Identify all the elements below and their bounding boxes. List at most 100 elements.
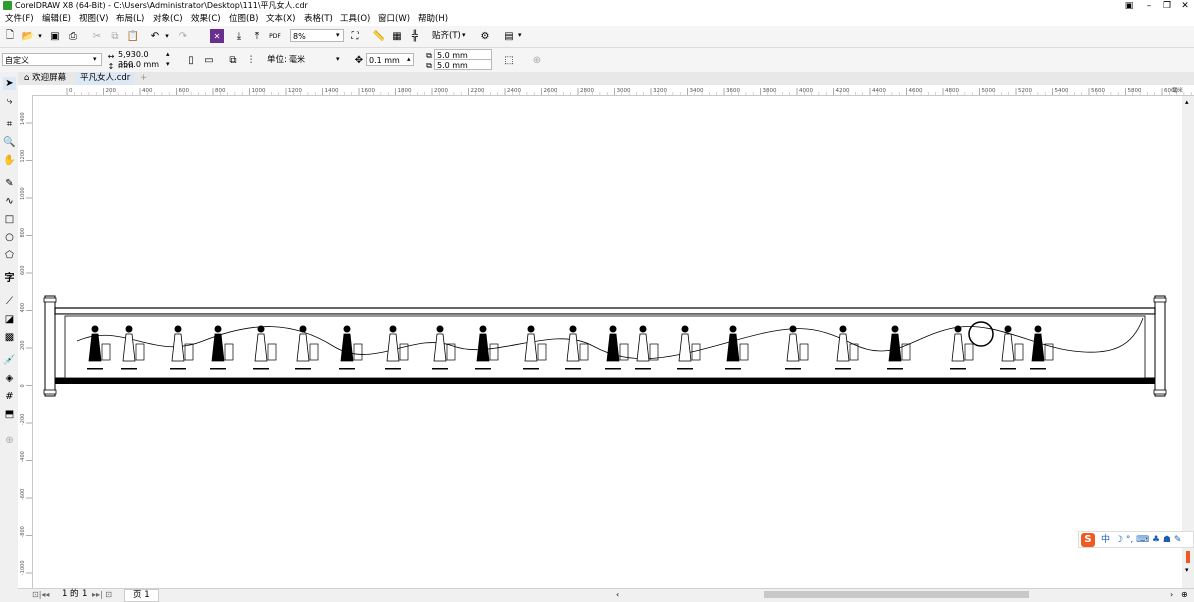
publish-pdf-icon[interactable]: PDF bbox=[268, 29, 282, 43]
drawing-canvas[interactable] bbox=[33, 96, 1182, 588]
vertical-ruler[interactable]: 1400 1200 1000 800 600 400 200 0 -200 -400 -600 -80… bbox=[18, 95, 33, 588]
launcher-dropdown-icon[interactable]: ▾ bbox=[518, 31, 522, 39]
ime-language-label[interactable]: 中 bbox=[1101, 533, 1110, 547]
tab-document[interactable]: 平凡女人.cdr bbox=[76, 72, 135, 85]
page-height-field[interactable]: 350.0 mm bbox=[116, 59, 162, 70]
minimize-button[interactable]: – bbox=[1140, 0, 1158, 12]
vertical-scrollbar[interactable]: ▴ ▾ bbox=[1182, 96, 1194, 588]
show-grid-icon[interactable]: ▦ bbox=[390, 29, 404, 43]
paste-icon[interactable]: 📋 bbox=[126, 29, 140, 43]
horizontal-ruler[interactable]: 0 200 400 600 800 1000 1200 1400 1600 1800 2000 220… bbox=[32, 85, 1194, 96]
search-content-icon[interactable]: ✕ bbox=[210, 29, 224, 43]
menu-tools[interactable]: 工具(O) bbox=[340, 12, 370, 26]
undo-dropdown-icon[interactable]: ▾ bbox=[160, 29, 174, 43]
scroll-down-icon[interactable]: ▾ bbox=[1185, 566, 1189, 574]
menu-bitmaps[interactable]: 位图(B) bbox=[229, 12, 258, 26]
snap-dropdown-icon[interactable]: ▾ bbox=[462, 31, 466, 39]
title-bar: CorelDRAW X8 (64-Bit) - C:\Users\Adminis… bbox=[0, 0, 1194, 12]
menu-table[interactable]: 表格(T) bbox=[304, 12, 333, 26]
help-window-icon[interactable]: ▣ bbox=[1120, 0, 1138, 12]
zoom-tool-icon[interactable]: 🔍 bbox=[3, 136, 16, 149]
parallel-dimension-icon[interactable]: ⟋ bbox=[3, 295, 16, 308]
polygon-tool-icon[interactable]: ⬠ bbox=[3, 249, 16, 262]
pick-tool-icon[interactable]: ➤ bbox=[3, 77, 16, 90]
open-dropdown-icon[interactable]: ▾ bbox=[33, 29, 47, 43]
sogou-logo-icon[interactable]: S bbox=[1081, 533, 1095, 547]
units-dropdown-icon[interactable]: ▾ bbox=[336, 55, 340, 63]
menu-window[interactable]: 窗口(W) bbox=[378, 12, 410, 26]
eyedropper-icon[interactable]: 💉 bbox=[3, 354, 16, 367]
shape-tool-icon[interactable]: ⤷ bbox=[3, 95, 16, 108]
close-button[interactable]: ✕ bbox=[1176, 0, 1194, 12]
duplicate-y-field[interactable]: 5.0 mm bbox=[434, 59, 492, 70]
import-icon[interactable]: ⤓ bbox=[232, 29, 246, 43]
mesh-fill-icon[interactable]: # bbox=[3, 390, 16, 403]
first-page-icon[interactable]: ⊡|◂◂ bbox=[32, 589, 49, 600]
text-tool-icon[interactable]: 字 bbox=[3, 272, 16, 285]
ruler-corner[interactable] bbox=[18, 85, 32, 95]
copy-icon[interactable]: ⧉ bbox=[108, 29, 122, 43]
page-size-dropdown-icon[interactable]: ▾ bbox=[93, 55, 97, 63]
new-document-icon[interactable]: 🗋 bbox=[3, 29, 17, 43]
zoom-dropdown-icon[interactable]: ▾ bbox=[336, 31, 340, 39]
scroll-thumb[interactable] bbox=[1186, 551, 1190, 563]
units-select[interactable]: 毫米 bbox=[287, 53, 343, 66]
menu-object[interactable]: 对象(C) bbox=[153, 12, 183, 26]
crop-tool-icon[interactable]: ⌗ bbox=[3, 118, 16, 131]
v-ruler-label: -600 bbox=[20, 489, 26, 500]
menu-effects[interactable]: 效果(C) bbox=[191, 12, 221, 26]
zoom-navigator-icon[interactable]: ⊕ bbox=[1181, 589, 1188, 600]
width-spinner[interactable]: ▴ bbox=[166, 50, 170, 58]
figure-head bbox=[1034, 325, 1042, 333]
ellipse-tool-icon[interactable]: ○ bbox=[3, 231, 16, 244]
add-tool-icon[interactable]: ⊕ bbox=[3, 434, 16, 447]
redo-icon[interactable]: ↷ bbox=[176, 29, 190, 43]
horizontal-scroll-thumb[interactable] bbox=[764, 591, 1029, 598]
print-icon[interactable]: ⎙ bbox=[66, 29, 80, 43]
new-tab-icon[interactable]: + bbox=[136, 72, 151, 85]
pan-tool-icon[interactable]: ✋ bbox=[3, 154, 16, 167]
menu-file[interactable]: 文件(F) bbox=[5, 12, 34, 26]
height-spinner[interactable]: ▾ bbox=[166, 60, 170, 68]
menu-layout[interactable]: 布局(L) bbox=[116, 12, 144, 26]
hscroll-left-icon[interactable]: ‹ bbox=[616, 589, 619, 600]
show-guidelines-icon[interactable]: ╬ bbox=[408, 29, 422, 43]
options-gear-icon[interactable]: ⚙ bbox=[478, 29, 492, 43]
menu-view[interactable]: 视图(V) bbox=[79, 12, 108, 26]
scroll-up-icon[interactable]: ▴ bbox=[1185, 98, 1189, 106]
ime-icons[interactable]: ☽ °, ⌨ ♣ ☗ ✎ bbox=[1115, 533, 1181, 547]
menu-text[interactable]: 文本(X) bbox=[266, 12, 295, 26]
current-page-icon[interactable]: ⫶ bbox=[244, 53, 258, 67]
page-tab-1[interactable]: 页 1 bbox=[124, 589, 159, 602]
hscroll-right-icon[interactable]: › bbox=[1170, 589, 1173, 600]
save-icon[interactable]: ▣ bbox=[48, 29, 62, 43]
rectangle-tool-icon[interactable]: □ bbox=[3, 213, 16, 226]
artistic-media-icon[interactable]: ∿ bbox=[3, 195, 16, 208]
add-quick-customize-icon[interactable]: ⊕ bbox=[530, 53, 544, 67]
figure-head bbox=[1004, 325, 1012, 333]
full-screen-icon[interactable]: ⛶ bbox=[348, 29, 362, 43]
freehand-tool-icon[interactable]: ✎ bbox=[3, 177, 16, 190]
next-page-icon[interactable]: ▸▸| ⊡ bbox=[92, 589, 112, 600]
menu-edit[interactable]: 编辑(E) bbox=[42, 12, 71, 26]
page-size-select[interactable]: 自定义 bbox=[2, 53, 102, 66]
treat-as-filled-icon[interactable]: ⬚ bbox=[502, 53, 516, 67]
restore-button[interactable]: ❐ bbox=[1158, 0, 1176, 12]
menu-help[interactable]: 帮助(H) bbox=[418, 12, 448, 26]
export-icon[interactable]: ⤒ bbox=[250, 29, 264, 43]
application-launcher-icon[interactable]: ▤ bbox=[502, 29, 516, 43]
h-ruler-label: 5200 bbox=[1018, 88, 1032, 94]
cut-icon[interactable]: ✂ bbox=[90, 29, 104, 43]
portrait-icon[interactable]: ▯ bbox=[184, 53, 198, 67]
snap-to-menu[interactable]: 贴齐(T) bbox=[432, 29, 461, 43]
tab-welcome[interactable]: ⌂ 欢迎屏幕 bbox=[20, 72, 70, 85]
nudge-spinner[interactable]: ▴ bbox=[407, 55, 411, 63]
show-rulers-icon[interactable]: 📏 bbox=[372, 29, 386, 43]
transparency-icon[interactable]: ▩ bbox=[3, 331, 16, 344]
drop-shadow-icon[interactable]: ◪ bbox=[3, 313, 16, 326]
landscape-icon[interactable]: ▭ bbox=[202, 53, 216, 67]
all-pages-icon[interactable]: ⧉ bbox=[226, 53, 240, 67]
interactive-fill-icon[interactable]: ◈ bbox=[3, 372, 16, 385]
smart-fill-icon[interactable]: ⬒ bbox=[3, 408, 16, 421]
ime-toolbar[interactable]: S 中 ☽ °, ⌨ ♣ ☗ ✎ bbox=[1078, 531, 1194, 548]
